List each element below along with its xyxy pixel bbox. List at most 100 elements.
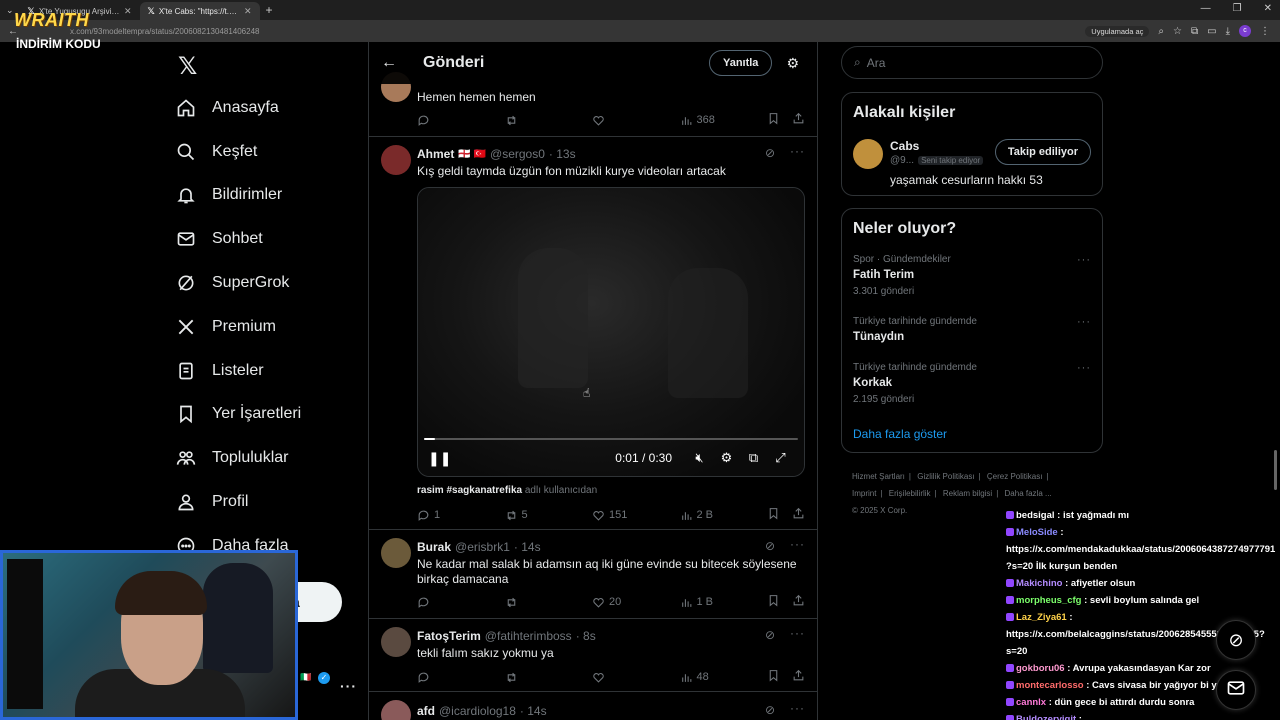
reply-button[interactable]: Yanıtla	[708, 50, 773, 76]
bookmark-icon[interactable]	[767, 507, 780, 523]
user-name[interactable]: Cabs	[890, 139, 919, 153]
browser-tab-2[interactable]: 𝕏 X'te Cabs: "https://t.co/5rVhy ✕	[139, 2, 260, 20]
video-player[interactable]: ☝ ❚❚ 0:01 / 0:30 🔇︎ ⚙ ⧉ ⤢	[417, 187, 805, 477]
grok-fab-button[interactable]: ⊘	[1216, 620, 1256, 660]
retweet-icon[interactable]: 5	[505, 509, 593, 522]
avatar[interactable]	[381, 145, 411, 175]
open-in-app-button[interactable]: Uygulamada aç	[1085, 25, 1150, 37]
more-icon[interactable]: ···	[1077, 362, 1091, 374]
sliders-icon[interactable]: ⚙	[786, 55, 799, 72]
views-icon[interactable]: 368	[680, 114, 768, 127]
extensions-icon[interactable]: ⧉	[1191, 26, 1198, 37]
views-icon[interactable]: 2 B	[680, 509, 768, 522]
author-name[interactable]: Burak	[417, 540, 451, 554]
tweet[interactable]: Burak @erisbrk1 · 14s ⊘ ··· Ne kadar mal…	[369, 530, 817, 619]
show-more-link[interactable]: Daha fazla göster	[853, 427, 947, 441]
author-name[interactable]: afd	[417, 704, 435, 718]
tab-menu-icon[interactable]: ⌄	[6, 5, 14, 16]
like-icon[interactable]	[592, 114, 680, 127]
profile-avatar[interactable]: c	[1239, 25, 1251, 37]
grok-icon[interactable]: ⊘	[765, 628, 775, 642]
new-tab-button[interactable]: +	[266, 3, 273, 17]
tweet-time[interactable]: · 8s	[576, 629, 596, 643]
share-icon[interactable]	[792, 594, 805, 610]
like-icon[interactable]: 20	[592, 596, 680, 609]
trend-item[interactable]: Türkiye tarihinde gündemde Tünaydın ···	[853, 316, 1091, 343]
sidebar-item-supergrok[interactable]: SuperGrok	[176, 261, 356, 305]
sidebar-item-chat[interactable]: Sohbet	[176, 217, 356, 261]
sidebar-item-communities[interactable]: Topluluklar	[176, 436, 356, 480]
video-progress-bar[interactable]	[424, 438, 798, 440]
footer-link[interactable]: Erişilebilirlik	[889, 489, 931, 498]
reply-icon[interactable]: 1	[417, 509, 505, 522]
avatar[interactable]	[381, 700, 411, 720]
pause-icon[interactable]: ❚❚	[428, 450, 451, 467]
tweet-time[interactable]: · 13s	[549, 147, 576, 161]
reply-icon[interactable]	[417, 596, 505, 609]
zoom-icon[interactable]: ⌕	[1158, 26, 1164, 37]
messages-fab-button[interactable]	[1216, 670, 1256, 710]
author-handle[interactable]: @icardiolog18	[439, 704, 516, 718]
user-handle[interactable]: @9...	[890, 155, 914, 166]
scrollbar[interactable]	[1274, 450, 1277, 490]
star-icon[interactable]: ☆	[1173, 26, 1182, 37]
download-icon[interactable]: ⤓	[1226, 26, 1230, 37]
grok-icon[interactable]: ⊘	[765, 146, 775, 160]
sidebar-item-explore[interactable]: Keşfet	[176, 130, 356, 174]
bookmark-icon[interactable]	[767, 594, 780, 610]
avatar[interactable]	[381, 538, 411, 568]
tweet-time[interactable]: · 14s	[520, 704, 547, 718]
views-icon[interactable]: 48	[680, 671, 768, 684]
sidebar-item-premium[interactable]: Premium	[176, 305, 356, 349]
like-icon[interactable]	[592, 671, 680, 684]
account-more-icon[interactable]: ···	[340, 678, 357, 694]
sidebar-item-home[interactable]: Anasayfa	[176, 86, 356, 130]
share-icon[interactable]	[792, 507, 805, 523]
footer-link[interactable]: Hizmet Şartları	[852, 472, 905, 481]
sidebar-item-profile[interactable]: Profil	[176, 480, 356, 524]
more-icon[interactable]: ···	[790, 626, 805, 640]
retweet-icon[interactable]	[505, 114, 593, 127]
footer-link[interactable]: Reklam bilgisi	[943, 489, 992, 498]
tweet[interactable]: FatoşTerim @fatihterimboss · 8s ⊘ ··· te…	[369, 619, 817, 692]
reply-icon[interactable]	[417, 671, 505, 684]
grok-icon[interactable]: ⊘	[765, 539, 775, 553]
avatar[interactable]	[853, 139, 883, 169]
tab-close-icon[interactable]: ✕	[244, 6, 252, 17]
url-field[interactable]: x.com/93modeltempra/status/2006082130481…	[70, 27, 1085, 36]
browser-menu-icon[interactable]: ⋮	[1260, 26, 1270, 37]
author-handle[interactable]: @erisbrk1	[455, 540, 510, 554]
grok-icon[interactable]: ⊘	[765, 703, 775, 717]
author-handle[interactable]: @sergos0	[490, 147, 545, 161]
trend-item[interactable]: Spor · Gündemdekiler Fatih Terim 3.301 g…	[853, 254, 1091, 297]
following-button[interactable]: Takip ediliyor	[994, 139, 1091, 165]
avatar[interactable]	[381, 627, 411, 657]
trend-item[interactable]: Türkiye tarihinde gündemde Korkak 2.195 …	[853, 362, 1091, 405]
settings-icon[interactable]: ⚙	[713, 450, 740, 466]
author-name[interactable]: FatoşTerim	[417, 629, 481, 643]
minimize-icon[interactable]: —	[1201, 3, 1211, 14]
author-name[interactable]: Ahmet	[417, 147, 454, 161]
retweet-icon[interactable]	[505, 671, 593, 684]
pip-icon[interactable]: ⧉	[740, 450, 767, 466]
bookmark-icon[interactable]	[767, 669, 780, 685]
x-logo-icon[interactable]: 𝕏	[178, 52, 356, 86]
retweet-icon[interactable]	[505, 596, 593, 609]
share-icon[interactable]	[792, 112, 805, 128]
like-icon[interactable]: 151	[592, 509, 680, 522]
sidebar-item-lists[interactable]: Listeler	[176, 349, 356, 393]
bookmark-icon[interactable]	[767, 112, 780, 128]
more-icon[interactable]: ···	[790, 701, 805, 715]
views-icon[interactable]: 1 B	[680, 596, 768, 609]
tweet[interactable]: afd @icardiolog18 · 14s ⊘ ···	[369, 692, 817, 720]
search-input[interactable]: ⌕ Ara	[841, 46, 1103, 79]
author-handle[interactable]: @fatihterimboss	[485, 629, 572, 643]
more-icon[interactable]: ···	[1077, 316, 1091, 328]
footer-link[interactable]: Daha fazla ...	[1005, 489, 1052, 498]
tweet[interactable]: Ahmet 🏴󠁧󠁢󠁥󠁮󠁧󠁿 🇹🇷 @sergos0 · 13s ⊘ ··· Kı…	[369, 137, 817, 530]
reply-icon[interactable]	[417, 114, 505, 127]
more-icon[interactable]: ···	[790, 537, 805, 551]
maximize-icon[interactable]: ❐	[1233, 3, 1242, 14]
tweet-time[interactable]: · 14s	[514, 540, 541, 554]
more-icon[interactable]: ···	[790, 144, 805, 158]
